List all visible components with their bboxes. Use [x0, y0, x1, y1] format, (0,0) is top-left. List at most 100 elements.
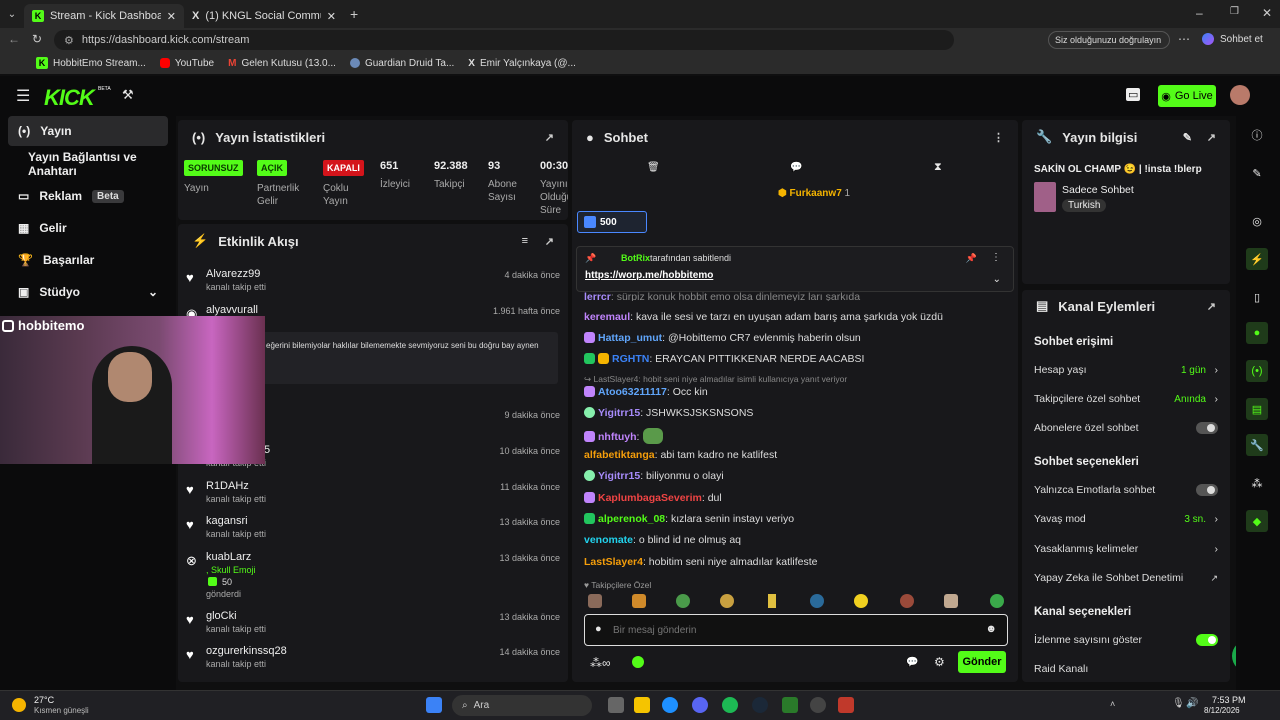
more-icon[interactable]: ⋮ [993, 131, 1004, 144]
volume-icon[interactable]: 🔊 [1186, 698, 1198, 709]
bookmark-gmail[interactable]: M Gelen Kutusu (13.0... [228, 58, 336, 69]
trash-icon[interactable]: 🗑 [647, 162, 660, 173]
popout-icon[interactable]: ↗ [1207, 300, 1216, 313]
chat-user[interactable]: keremaul [584, 311, 630, 323]
discord-icon[interactable] [692, 697, 708, 713]
unpin-icon[interactable]: 📌 [966, 253, 977, 264]
windows-start-icon[interactable] [426, 697, 442, 713]
task-view-icon[interactable] [608, 697, 624, 713]
tab-list-chevron-icon[interactable]: ⌄ [0, 9, 24, 20]
copilot-label[interactable]: Sohbet et [1220, 34, 1263, 45]
reload-icon[interactable]: ↻ [32, 32, 42, 46]
chat-icon[interactable]: ● [1246, 322, 1268, 344]
category-name[interactable]: Sadece Sohbet [1062, 184, 1134, 196]
layout-icon[interactable]: ▤ [1246, 398, 1268, 420]
tab-x-community[interactable]: X (1) KNGL Social Community / X ✕ [184, 4, 344, 28]
clock-time[interactable]: 7:53 PM [1212, 695, 1246, 705]
mic-icon[interactable]: 🎙 [1172, 698, 1185, 709]
more-icon[interactable]: ⋯ [1178, 32, 1190, 46]
user-avatar[interactable] [1230, 85, 1250, 105]
go-live-button[interactable]: ◉ Go Live [1158, 85, 1216, 107]
feed-user[interactable]: Alvarezz99 [206, 268, 260, 280]
share-icon[interactable]: ⁂ [1246, 472, 1268, 494]
emote-icon[interactable] [854, 594, 868, 608]
edge-icon[interactable] [662, 697, 678, 713]
chat-user[interactable]: Atoo63211117 [598, 386, 667, 398]
minimize-icon[interactable]: – [1196, 6, 1203, 20]
obs-icon[interactable] [810, 697, 826, 713]
row-account-age[interactable]: Hesap yaşı 1 gün › [1034, 360, 1220, 380]
more-icon[interactable]: ⋮ [991, 252, 1001, 263]
row-follower-only[interactable]: Takipçilere özel sohbet Anında › [1034, 389, 1220, 409]
emote-icon[interactable] [944, 594, 958, 608]
sidebar-item-studyo[interactable]: ▣ Stüdyo ⌄ [8, 277, 168, 307]
close-icon[interactable]: ✕ [167, 10, 176, 23]
sidebar-item-basarilar[interactable]: 🏆 Başarılar [8, 245, 168, 275]
edit-icon[interactable]: ✎ [1246, 162, 1268, 184]
row-slow-mode[interactable]: Yavaş mod 3 sn. › [1034, 509, 1220, 529]
bookmark-emir[interactable]: X Emir Yalçınkaya (@... [468, 58, 576, 69]
category-thumb[interactable] [1034, 182, 1056, 212]
chat-user[interactable]: lerrcr [584, 291, 611, 301]
new-tab-icon[interactable]: + [350, 6, 358, 22]
kicks-goal[interactable]: 500 [577, 211, 647, 233]
window-close-icon[interactable]: ✕ [1262, 6, 1272, 20]
row-ai-moderation[interactable]: Yapay Zeka ile Sohbet Denetimi ↗ [1034, 568, 1220, 588]
sub-only-toggle[interactable] [1196, 422, 1218, 434]
chat-input-box[interactable]: ● ☻ [584, 614, 1008, 646]
tag-icon[interactable]: ◆ [1246, 510, 1268, 532]
taskbar-search[interactable]: ⌕ Ara [452, 695, 592, 716]
tab-kick-dashboard[interactable]: K Stream - Kick Dashboard ✕ [24, 4, 184, 28]
bookmark-guardian-druid[interactable]: Guardian Druid Ta... [349, 58, 454, 69]
feed-user[interactable]: ozgurerkinssq28 [206, 645, 287, 657]
chat-user[interactable]: nhftuyh [598, 431, 637, 443]
app-icon[interactable] [838, 697, 854, 713]
row-banned-words[interactable]: Yasaklanmış kelimeler › [1034, 539, 1220, 559]
emote-icon[interactable] [720, 594, 734, 608]
back-icon[interactable]: ← [8, 32, 20, 46]
chevron-down-icon[interactable]: ⌄ [993, 274, 1001, 285]
gear-icon[interactable]: ⚙ [934, 655, 945, 669]
copilot-icon[interactable] [1202, 33, 1214, 45]
document-icon[interactable]: ▯ [1246, 286, 1268, 308]
chat-user[interactable]: Yigitrr15 [598, 407, 640, 419]
bookmark-hobbitemo[interactable]: K HobbitEmo Stream... [36, 57, 146, 69]
feed-user[interactable]: R1DAHz [206, 480, 249, 492]
chat-user[interactable]: alperenok_08 [598, 513, 665, 525]
emote-icon[interactable] [676, 594, 690, 608]
target-icon[interactable]: ◎ [1246, 210, 1268, 232]
filter-icon[interactable]: ≡ [522, 235, 528, 247]
file-explorer-icon[interactable] [634, 697, 650, 713]
terminal-icon[interactable] [782, 697, 798, 713]
sidebar-item-gelir[interactable]: ▦ Gelir [8, 213, 168, 243]
chat-user[interactable]: venomate [584, 534, 633, 546]
sidebar-item-stream-key[interactable]: Yayın Bağlantısı ve Anahtarı [8, 149, 168, 179]
spotify-icon[interactable] [722, 697, 738, 713]
wrench-icon[interactable]: 🔧 [1246, 434, 1268, 456]
chat-user[interactable]: RGHTN [612, 353, 649, 365]
emote-only-toggle[interactable] [1196, 484, 1218, 496]
hourglass-icon[interactable]: ⧗ [934, 161, 942, 174]
close-icon[interactable]: ✕ [327, 10, 336, 23]
webcam-overlay[interactable] [0, 316, 265, 464]
chat-user[interactable]: Hattap_umut [598, 332, 662, 344]
tray-chevron-icon[interactable]: ˄ [1110, 699, 1115, 709]
feed-user[interactable]: kagansri [206, 515, 248, 527]
menu-icon[interactable]: ☰ [16, 86, 30, 106]
bookmark-youtube[interactable]: YouTube [159, 58, 214, 69]
popout-icon[interactable]: ↗ [545, 235, 554, 248]
sidebar-item-reklam[interactable]: ▭ Reklam Beta [8, 181, 168, 211]
site-info-icon[interactable]: ⚙ [64, 34, 74, 47]
edit-icon[interactable]: ✎ [1183, 131, 1192, 144]
emote-icon[interactable] [768, 594, 776, 608]
popout-icon[interactable]: ↗ [1207, 131, 1216, 144]
emote-icon[interactable] [632, 594, 646, 608]
emoji-icon[interactable]: ☻ [985, 623, 997, 635]
feed-user[interactable]: alyavvurall [206, 304, 258, 316]
steam-icon[interactable] [752, 697, 768, 713]
emote-icon[interactable] [588, 594, 602, 608]
kicks-icon[interactable] [632, 656, 644, 668]
chat-user[interactable]: KaplumbagaSeverim [598, 492, 702, 504]
emote-icon[interactable] [810, 594, 824, 608]
weather-temp[interactable]: 27°C [34, 695, 54, 705]
